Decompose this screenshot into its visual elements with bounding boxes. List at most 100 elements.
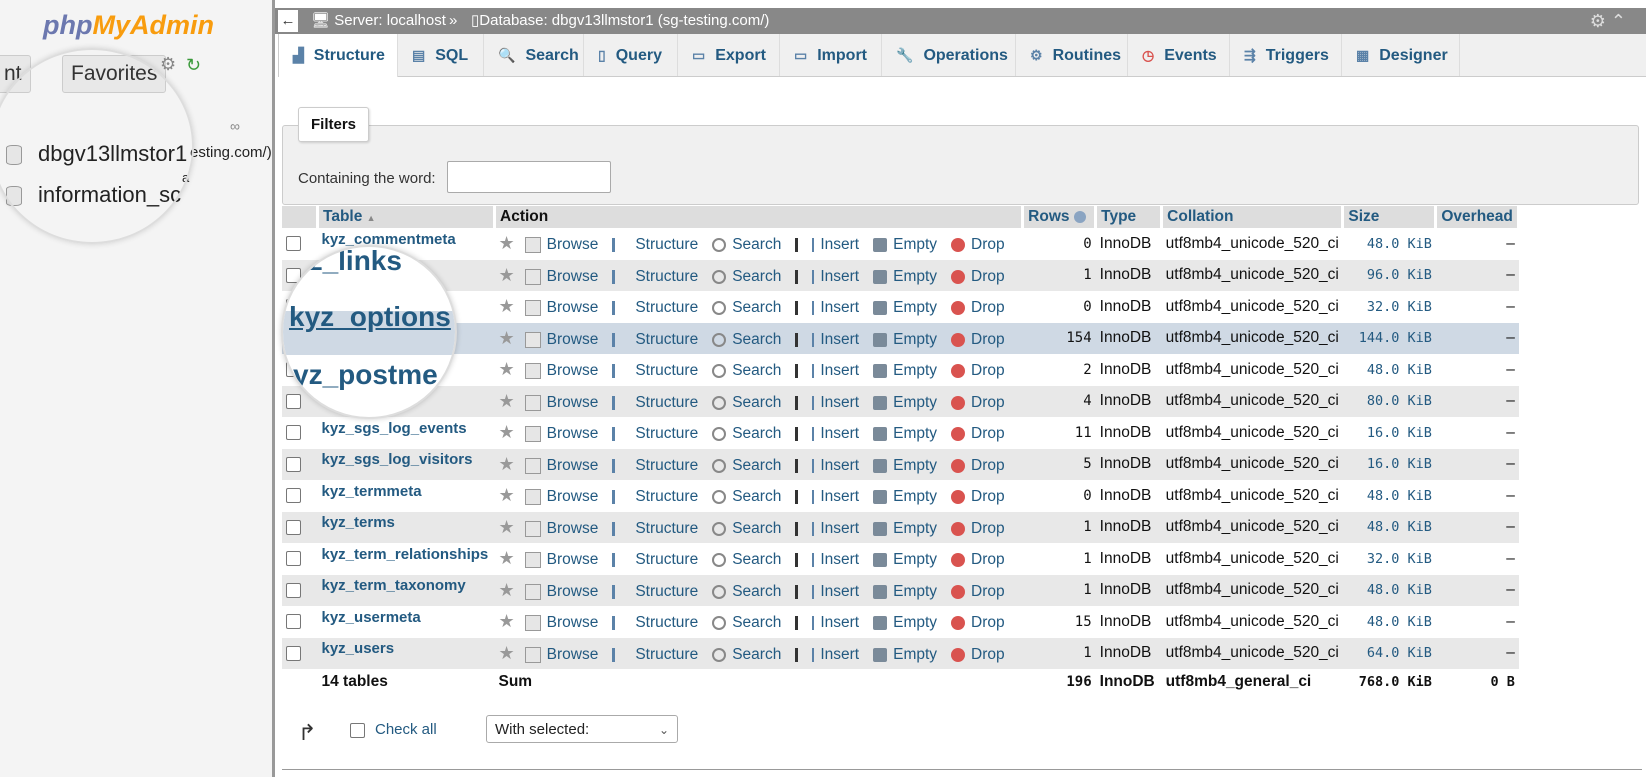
- settings-gear-icon[interactable]: ⚙: [160, 54, 176, 75]
- drop-action[interactable]: Drop: [951, 551, 1005, 568]
- header-type[interactable]: Type: [1095, 206, 1164, 228]
- header-overhead[interactable]: Overhead: [1435, 206, 1521, 228]
- search-action[interactable]: Search: [712, 362, 781, 379]
- search-action[interactable]: Search: [712, 646, 781, 663]
- browse-action[interactable]: Browse: [524, 583, 598, 600]
- insert-action[interactable]: Insert: [795, 520, 859, 537]
- breadcrumb-database[interactable]: ▯Database: dbgv13llmstor1 (sg-testing.co…: [471, 8, 769, 34]
- search-action[interactable]: Search: [712, 457, 781, 474]
- favorite-star-icon[interactable]: ★: [499, 643, 515, 663]
- browse-action[interactable]: Browse: [524, 299, 598, 316]
- favorite-star-icon[interactable]: ★: [499, 611, 515, 631]
- browse-action[interactable]: Browse: [524, 236, 598, 253]
- empty-action[interactable]: Empty: [873, 583, 937, 600]
- insert-action[interactable]: Insert: [795, 488, 859, 505]
- drop-action[interactable]: Drop: [951, 646, 1005, 663]
- empty-action[interactable]: Empty: [873, 236, 937, 253]
- check-all-link[interactable]: Check all: [375, 721, 437, 738]
- browse-action[interactable]: Browse: [524, 362, 598, 379]
- row-checkbox[interactable]: [286, 393, 301, 409]
- search-action[interactable]: Search: [712, 299, 781, 316]
- tab-structure[interactable]: ▟ Structure: [278, 34, 398, 77]
- favorite-star-icon[interactable]: ★: [499, 265, 515, 285]
- header-size[interactable]: Size: [1342, 206, 1438, 228]
- row-size[interactable]: 144.0 KiB: [1342, 322, 1436, 354]
- drop-action[interactable]: Drop: [951, 488, 1005, 505]
- insert-action[interactable]: Insert: [795, 457, 859, 474]
- insert-action[interactable]: Insert: [795, 236, 859, 253]
- browse-action[interactable]: Browse: [524, 520, 598, 537]
- drop-action[interactable]: Drop: [951, 236, 1005, 253]
- structure-action[interactable]: Structure: [612, 236, 698, 253]
- empty-action[interactable]: Empty: [873, 425, 937, 442]
- row-checkbox[interactable]: [286, 425, 301, 441]
- structure-action[interactable]: Structure: [612, 583, 698, 600]
- row-checkbox[interactable]: [286, 645, 301, 661]
- favorite-star-icon[interactable]: ★: [499, 391, 515, 411]
- insert-action[interactable]: Insert: [795, 614, 859, 631]
- tab-designer[interactable]: ▦ Designer: [1342, 34, 1460, 76]
- structure-action[interactable]: Structure: [612, 520, 698, 537]
- row-size[interactable]: 48.0 KiB: [1342, 480, 1436, 512]
- browse-action[interactable]: Browse: [524, 331, 598, 348]
- drop-action[interactable]: Drop: [951, 362, 1005, 379]
- row-size[interactable]: 80.0 KiB: [1342, 385, 1436, 417]
- search-action[interactable]: Search: [712, 583, 781, 600]
- search-action[interactable]: Search: [712, 488, 781, 505]
- row-checkbox[interactable]: [286, 582, 301, 598]
- table-name-link[interactable]: kyz_commentmeta: [322, 231, 456, 248]
- favorite-star-icon[interactable]: ★: [499, 454, 515, 474]
- structure-action[interactable]: Structure: [612, 646, 698, 663]
- tab-operations[interactable]: 🔧 Operations: [882, 34, 1016, 76]
- magnified-name-options[interactable]: kyz_options: [289, 301, 451, 333]
- insert-action[interactable]: Insert: [795, 425, 859, 442]
- sidebar-tab-favorites[interactable]: Favorites: [62, 55, 167, 93]
- drop-action[interactable]: Drop: [951, 299, 1005, 316]
- structure-action[interactable]: Structure: [612, 425, 698, 442]
- structure-action[interactable]: Structure: [612, 394, 698, 411]
- row-size[interactable]: 48.0 KiB: [1342, 606, 1436, 638]
- favorite-star-icon[interactable]: ★: [499, 548, 515, 568]
- browse-action[interactable]: Browse: [524, 268, 598, 285]
- header-rows[interactable]: Rows: [1022, 206, 1098, 228]
- sidebar-tab-recent[interactable]: nt: [0, 55, 31, 93]
- empty-action[interactable]: Empty: [873, 551, 937, 568]
- drop-action[interactable]: Drop: [951, 394, 1005, 411]
- reload-icon[interactable]: ↻: [186, 55, 201, 76]
- favorite-star-icon[interactable]: ★: [499, 328, 515, 348]
- sidebar-db-item-info[interactable]: information_sc: [6, 182, 181, 208]
- favorite-star-icon[interactable]: ★: [499, 233, 515, 253]
- table-name-link[interactable]: kyz_termmeta: [322, 483, 422, 500]
- empty-action[interactable]: Empty: [873, 394, 937, 411]
- table-name-link[interactable]: kyz_terms: [322, 514, 395, 531]
- check-all-checkbox[interactable]: [350, 723, 365, 738]
- breadcrumb-server[interactable]: 🖥 Server: localhost: [311, 8, 446, 34]
- empty-action[interactable]: Empty: [873, 520, 937, 537]
- insert-action[interactable]: Insert: [795, 551, 859, 568]
- favorite-star-icon[interactable]: ★: [499, 359, 515, 379]
- table-name-link[interactable]: kyz_users: [322, 640, 395, 657]
- tab-export[interactable]: ▭ Export: [678, 34, 780, 76]
- structure-action[interactable]: Structure: [612, 331, 698, 348]
- row-size[interactable]: 64.0 KiB: [1342, 637, 1436, 669]
- tab-routines[interactable]: ⚙ Routines: [1016, 34, 1128, 76]
- insert-action[interactable]: Insert: [795, 646, 859, 663]
- row-size[interactable]: 16.0 KiB: [1342, 448, 1436, 480]
- browse-action[interactable]: Browse: [524, 614, 598, 631]
- search-action[interactable]: Search: [712, 394, 781, 411]
- empty-action[interactable]: Empty: [873, 362, 937, 379]
- insert-action[interactable]: Insert: [795, 583, 859, 600]
- search-action[interactable]: Search: [712, 236, 781, 253]
- page-settings-icon[interactable]: ⚙ ⌃: [1590, 8, 1626, 34]
- row-size[interactable]: 48.0 KiB: [1342, 511, 1436, 543]
- drop-action[interactable]: Drop: [951, 583, 1005, 600]
- insert-action[interactable]: Insert: [795, 394, 859, 411]
- row-checkbox[interactable]: [286, 519, 301, 535]
- browse-action[interactable]: Browse: [524, 394, 598, 411]
- drop-action[interactable]: Drop: [951, 520, 1005, 537]
- row-size[interactable]: 32.0 KiB: [1342, 291, 1436, 323]
- structure-action[interactable]: Structure: [612, 299, 698, 316]
- row-size[interactable]: 48.0 KiB: [1342, 228, 1436, 260]
- row-size[interactable]: 16.0 KiB: [1342, 417, 1436, 449]
- insert-action[interactable]: Insert: [795, 268, 859, 285]
